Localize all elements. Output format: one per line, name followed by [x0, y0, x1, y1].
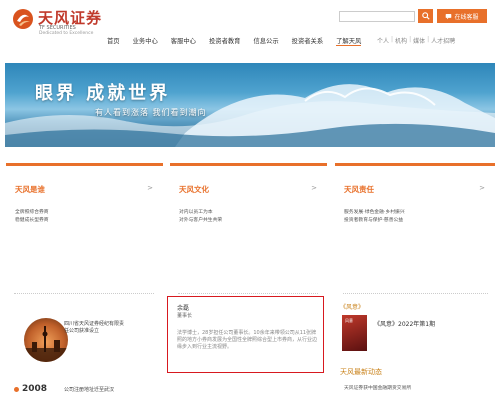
online-service-label: 在线客服	[454, 13, 479, 21]
card-link[interactable]: 全牌照综合券商	[15, 209, 49, 217]
magazine-title[interactable]: 《风意》2022年第1期	[374, 319, 435, 328]
site-logo[interactable]: 天风证券 TF SECURITIES Dedicated to Excellen…	[12, 5, 122, 45]
card-link[interactable]: 对内以员工为本	[179, 209, 222, 217]
city-skyline-image	[24, 326, 68, 362]
chairman-profile: 余磊 董事长 法学博士，28岁担任公司董事长。10余年来带领公司从11张牌照的地…	[167, 296, 324, 373]
subnav-separator: |	[427, 36, 430, 43]
card-link[interactable]: 对外与客户共生共荣	[179, 217, 222, 225]
chevron-right-icon[interactable]: >	[147, 184, 153, 192]
hero-banner: 眼界 成就世界 有人看到涨落 我们看到潮向	[5, 63, 495, 147]
timeline-photo	[24, 318, 68, 362]
card-title[interactable]: 天风责任	[344, 184, 374, 195]
chevron-right-icon[interactable]: >	[479, 184, 485, 192]
subnav-separator: |	[391, 36, 394, 43]
subnav-item-institution[interactable]: 机构	[395, 36, 407, 45]
subnav-item-careers[interactable]: 人才招聘	[431, 36, 455, 45]
person-title: 董事长	[177, 313, 193, 319]
card-links: 全牌照综合券商 稳健成长型券商	[15, 209, 49, 225]
subnav-item-personal[interactable]: 个人	[377, 36, 389, 45]
divider	[14, 293, 154, 294]
logo-icon	[13, 9, 33, 29]
divider	[178, 293, 318, 294]
news-header[interactable]: 天风最新动态	[340, 367, 382, 377]
nav-item-service[interactable]: 客服中心	[171, 36, 196, 46]
timeline-next-event: 公司注册地址迁至武汉	[64, 387, 115, 393]
chevron-right-icon[interactable]: >	[311, 184, 317, 192]
card-responsibility: 天风责任 > 服务发展·绿色金融·乡村振兴 投资者教育与保护·慈善公益	[335, 163, 495, 399]
search-icon	[421, 12, 430, 20]
card-link[interactable]: 服务发展·绿色金融·乡村振兴	[344, 209, 405, 217]
timeline-marker	[14, 387, 19, 392]
card-who-we-are: 天风是谁 > 全牌照综合券商 稳健成长型券商	[6, 163, 163, 399]
subnav-separator: |	[409, 36, 412, 43]
search-button[interactable]	[418, 9, 433, 23]
card-title[interactable]: 天风是谁	[15, 184, 45, 195]
wave-image	[5, 84, 495, 147]
card-links: 对内以员工为本 对外与客户共生共荣	[179, 209, 222, 225]
main-nav: 首页 业务中心 客服中心 投资者教育 信息公示 投资者关系 了解天风	[107, 36, 374, 46]
person-bio: 法学博士，28岁担任公司董事长。10余年来带领公司从11张牌照的地方小券商发展为…	[177, 330, 318, 350]
person-name: 余磊	[177, 305, 190, 312]
card-link[interactable]: 稳健成长型券商	[15, 217, 49, 225]
nav-item-about[interactable]: 了解天风	[336, 36, 362, 46]
online-service-button[interactable]: 在线客服	[437, 9, 487, 23]
nav-item-business[interactable]: 业务中心	[133, 36, 158, 46]
magazine-cover[interactable]: 风意	[342, 315, 367, 351]
card-title[interactable]: 天风文化	[179, 184, 209, 195]
site-header: 天风证券 TF SECURITIES Dedicated to Excellen…	[0, 0, 500, 52]
nav-item-investor-relations[interactable]: 投资者关系	[292, 36, 323, 46]
logo-tagline: Dedicated to Excellence	[39, 31, 94, 36]
magazine-header[interactable]: 《风意》	[340, 302, 364, 311]
search-input[interactable]	[339, 11, 415, 22]
card-link[interactable]: 投资者教育与保护·慈善公益	[344, 217, 405, 225]
nav-item-home[interactable]: 首页	[107, 36, 120, 46]
magazine-cover-text: 风意	[345, 318, 353, 323]
chat-icon	[446, 13, 452, 19]
nav-item-disclosure[interactable]: 信息公示	[253, 36, 278, 46]
banner-title: 眼界 成就世界	[35, 83, 171, 104]
subnav-item-media[interactable]: 媒体	[413, 36, 425, 45]
timeline-year: 2008	[22, 384, 48, 394]
audience-nav: 个人 | 机构 | 媒体 | 人才招聘	[377, 36, 457, 45]
banner-subtitle: 有人看到涨落 我们看到潮向	[95, 108, 207, 117]
nav-item-education[interactable]: 投资者教育	[209, 36, 240, 46]
news-item[interactable]: 天风证券获中国金融期货交易所	[344, 384, 411, 391]
timeline-event-text: 四川省天风证券经纪有限责任公司获准设立	[64, 321, 125, 334]
divider	[343, 293, 488, 294]
card-links: 服务发展·绿色金融·乡村振兴 投资者教育与保护·慈善公益	[344, 209, 405, 225]
timeline-event: 四川省天风证券经纪有限责任公司获准设立	[64, 321, 126, 335]
